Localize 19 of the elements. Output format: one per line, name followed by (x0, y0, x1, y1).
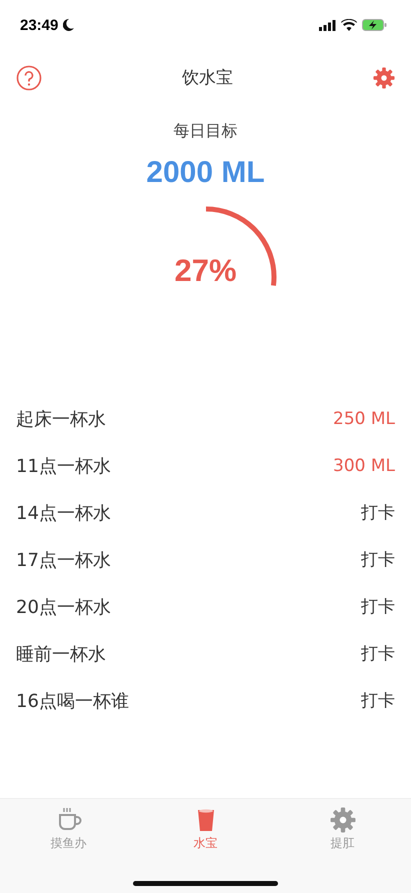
entry-name: 11点一杯水 (16, 454, 111, 478)
entry-name: 17点一杯水 (16, 548, 111, 572)
check-in-button[interactable]: 打卡 (361, 501, 395, 524)
check-in-button[interactable]: 打卡 (361, 642, 395, 665)
entry-amount: 300 ML (333, 456, 395, 476)
entry-amount: 250 ML (333, 408, 395, 428)
screen-title: 饮水宝 (182, 67, 233, 89)
progress-percent: 27% (174, 253, 237, 289)
entry-name: 20点一杯水 (16, 596, 111, 618)
check-in-button[interactable]: 打卡 (361, 548, 395, 571)
goal-label: 每日目标 (174, 121, 238, 142)
entry-name: 16点喝一杯谁 (16, 690, 129, 712)
check-in-button[interactable]: 打卡 (361, 595, 395, 618)
goal-amount: 2000 ML (146, 156, 265, 190)
entry-name: 睡前一杯水 (16, 642, 106, 666)
check-in-button[interactable]: 打卡 (361, 689, 395, 712)
entry-name: 14点一杯水 (16, 502, 111, 524)
status-time: 23:49 (20, 16, 58, 34)
entry-name: 起床一杯水 (16, 408, 106, 430)
